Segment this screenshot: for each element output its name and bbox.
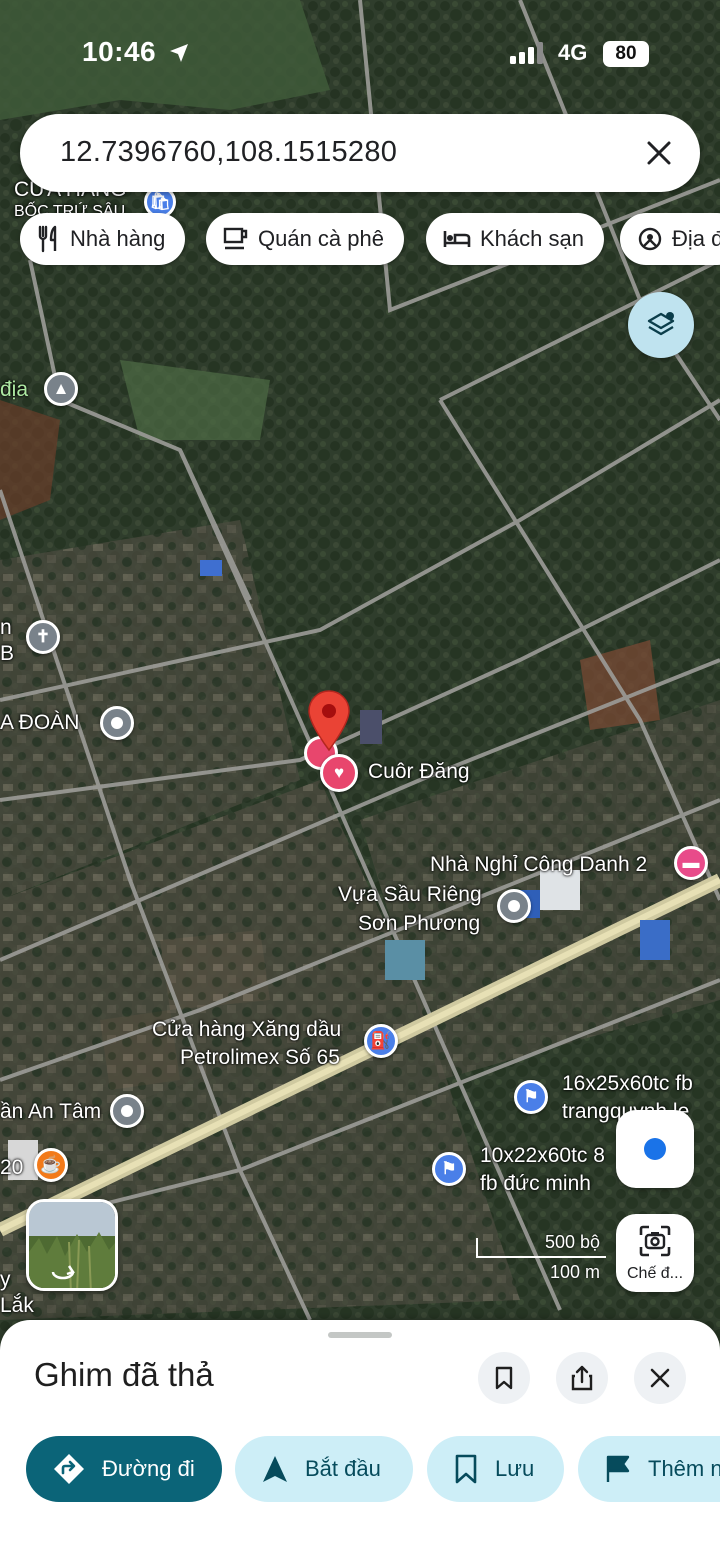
map-label: Petrolimex Số 65 — [180, 1046, 340, 1069]
map-label: Nhà Nghỉ Công Danh 2 — [430, 853, 648, 876]
street-view-image — [29, 1202, 115, 1288]
sheet-drag-handle[interactable] — [328, 1332, 392, 1338]
search-query[interactable]: 12.7396760,108.1515280 — [60, 136, 397, 169]
layers-icon — [647, 312, 675, 336]
layers-button[interactable] — [628, 292, 694, 358]
network-type: 4G — [558, 40, 588, 65]
map-label: 20 — [0, 1156, 24, 1179]
map-label: địa — [0, 378, 29, 401]
chip-label: Quán cà phê — [258, 226, 384, 251]
signal-bars-icon — [510, 42, 543, 64]
action-label: Bắt đầu — [305, 1456, 381, 1481]
map-label: ần An Tâm — [0, 1100, 102, 1123]
flag-pin-icon[interactable]: ⚑ — [432, 1152, 466, 1186]
temple-icon[interactable]: ▲ — [44, 372, 78, 406]
cafe-cup-icon[interactable]: ☕ — [34, 1148, 68, 1182]
place-marker-icon[interactable] — [497, 889, 531, 923]
share-icon — [571, 1365, 593, 1391]
sheet-title: Ghim đã thả — [34, 1356, 214, 1393]
chip-label: Địa đ — [672, 226, 720, 251]
flag-icon — [606, 1455, 630, 1482]
save-bookmark-button[interactable] — [478, 1352, 530, 1404]
map-label: Cuôr Đăng — [368, 760, 470, 783]
location-dot-icon — [644, 1138, 666, 1160]
action-label: Thêm n — [648, 1456, 720, 1481]
chip-label: Khách sạn — [480, 226, 584, 251]
directions-button[interactable]: Đường đi — [26, 1436, 222, 1502]
place-marker-icon[interactable] — [110, 1094, 144, 1128]
chip-coffee[interactable]: Quán cà phê — [206, 213, 404, 265]
navigation-arrow-icon — [263, 1456, 287, 1482]
chip-attractions[interactable]: Địa đ — [620, 213, 720, 265]
close-icon — [650, 1368, 670, 1388]
scale-secondary: 100 m — [549, 1262, 600, 1282]
gas-station-icon[interactable]: ⛽ — [364, 1024, 398, 1058]
status-bar: 10:46 4G 80 — [0, 30, 720, 76]
landmark-icon — [638, 227, 662, 251]
share-button[interactable] — [556, 1352, 608, 1404]
map-label: 10x22x60tc 8 — [480, 1144, 605, 1167]
close-sheet-button[interactable] — [634, 1352, 686, 1404]
place-bottom-sheet[interactable]: Ghim đã thả Đường đi Bắt đầu Lưu Thêm n — [0, 1320, 720, 1564]
location-arrow-icon — [170, 44, 188, 62]
status-time: 10:46 — [82, 36, 157, 67]
street-view-thumbnail[interactable] — [26, 1199, 118, 1291]
lens-label: Chế đ... — [626, 1265, 684, 1282]
lens-button[interactable]: Chế đ... — [616, 1214, 694, 1292]
action-label: Lưu — [495, 1456, 535, 1481]
chip-hotels[interactable]: Khách sạn — [426, 213, 604, 265]
bed-icon — [443, 231, 471, 247]
coffee-cup-icon — [223, 227, 248, 250]
bookmark-icon — [455, 1454, 477, 1484]
add-label-button[interactable]: Thêm n — [578, 1436, 720, 1502]
map-label: Lắk — [0, 1294, 34, 1317]
dropped-pin-icon[interactable] — [306, 690, 352, 752]
camera-lens-icon — [639, 1225, 671, 1257]
map-label: fb đức minh — [480, 1172, 591, 1195]
heart-place-icon[interactable]: ♥ — [320, 754, 358, 792]
map-label: A ĐOÀN — [0, 711, 80, 734]
start-navigation-button[interactable]: Bắt đầu — [235, 1436, 413, 1502]
map-label: Sơn Phương — [358, 912, 481, 935]
map-label: Cửa hàng Xăng dầu — [152, 1018, 342, 1041]
flag-pin-icon[interactable]: ⚑ — [514, 1080, 548, 1114]
bookmark-icon — [495, 1366, 513, 1390]
map-label: B — [0, 642, 15, 665]
search-bar[interactable]: 12.7396760,108.1515280 — [20, 114, 700, 192]
save-button[interactable]: Lưu — [427, 1436, 564, 1502]
map-label: y — [0, 1268, 11, 1291]
chip-label: Nhà hàng — [70, 226, 166, 251]
church-cross-icon[interactable]: ✝ — [26, 620, 60, 654]
place-marker-icon[interactable] — [100, 706, 134, 740]
my-location-button[interactable] — [616, 1110, 694, 1188]
map-scale: 500 bộ 100 m — [470, 1230, 610, 1286]
chip-restaurants[interactable]: Nhà hàng — [20, 213, 186, 265]
map-label: Vựa Sầu Riêng — [338, 883, 482, 906]
battery-level: 80 — [603, 41, 649, 67]
close-icon[interactable] — [642, 136, 676, 170]
hotel-bed-icon[interactable]: ▬ — [674, 846, 708, 880]
directions-icon — [54, 1454, 84, 1484]
action-label: Đường đi — [102, 1456, 195, 1481]
fork-knife-icon — [38, 225, 57, 253]
map-label: 16x25x60tc fb — [562, 1072, 693, 1095]
map-label: n — [0, 616, 12, 639]
scale-primary: 500 bộ — [544, 1232, 600, 1252]
